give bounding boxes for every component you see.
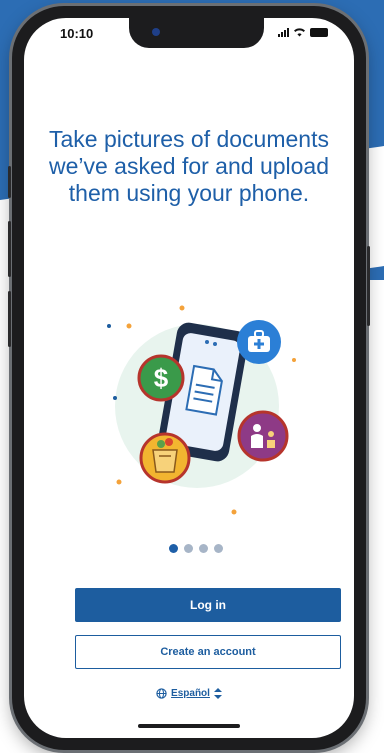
carousel-dot-1[interactable]: [169, 544, 178, 553]
language-label[interactable]: Español: [171, 688, 210, 699]
medical-briefcase-icon: [237, 320, 281, 364]
family-icon: [237, 410, 289, 462]
carousel-dot-2[interactable]: [184, 544, 193, 553]
create-account-button[interactable]: Create an account: [75, 635, 341, 669]
onboarding-headline: Take pictures of documents we’ve asked f…: [48, 126, 330, 206]
notch: [129, 18, 264, 48]
grocery-bag-icon: [139, 432, 191, 484]
phone-screen: 10:10 Take pictures of documents we’ve a…: [24, 18, 354, 738]
wifi-icon: [294, 28, 305, 37]
power-button: [367, 246, 370, 326]
status-icons: [278, 27, 328, 37]
login-button[interactable]: Log in: [75, 588, 341, 622]
language-selector[interactable]: Español: [24, 688, 354, 699]
status-time: 10:10: [60, 26, 94, 41]
battery-icon: [310, 27, 328, 37]
home-indicator: [138, 724, 240, 728]
sort-chevron-icon: [213, 688, 222, 699]
volume-up-button: [8, 221, 11, 277]
silent-switch: [8, 166, 11, 198]
svg-text:$: $: [154, 363, 169, 393]
camera-dot: [152, 28, 160, 36]
carousel-indicator: [169, 544, 223, 553]
dollar-icon: $: [137, 354, 185, 402]
onboarding-illustration: $: [107, 305, 296, 515]
globe-icon: [156, 688, 167, 699]
signal-icon: [278, 27, 289, 37]
carousel-dot-4[interactable]: [214, 544, 223, 553]
carousel-dot-3[interactable]: [199, 544, 208, 553]
phone-frame: 10:10 Take pictures of documents we’ve a…: [8, 6, 370, 750]
volume-down-button: [8, 291, 11, 347]
